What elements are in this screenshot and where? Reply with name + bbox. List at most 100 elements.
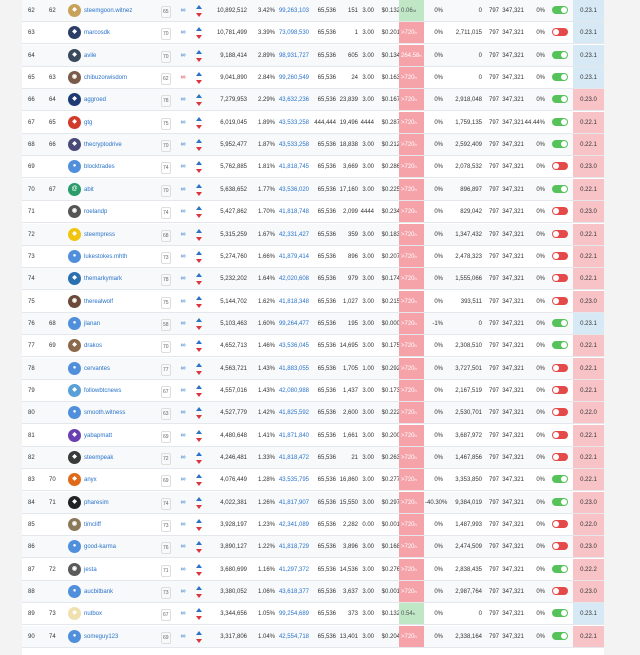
vote-up-icon[interactable] [196,563,202,568]
status-toggle[interactable] [552,631,568,640]
avatar[interactable]: ● [68,540,81,554]
vote-down-icon[interactable] [196,415,202,420]
status-toggle[interactable] [552,475,568,484]
vote-down-icon[interactable] [196,482,202,487]
vote-arrows[interactable] [193,514,205,536]
vote-up-icon[interactable] [196,161,202,166]
mvests-link[interactable]: 43,618,377 [276,581,309,603]
status-toggle[interactable] [552,50,568,59]
vote-down-icon[interactable] [196,214,202,219]
witness-name-link[interactable]: steempress [84,224,162,246]
witness-name-link[interactable]: steempeak [84,447,162,469]
vote-up-icon[interactable] [196,429,202,434]
avatar[interactable]: ◆ [68,428,81,442]
vote-down-icon[interactable] [196,616,202,621]
vote-down-icon[interactable] [196,281,202,286]
vote-arrows[interactable] [193,536,205,558]
status-toggle[interactable] [552,95,568,104]
vote-arrows[interactable] [193,380,205,402]
vote-up-icon[interactable] [196,519,202,524]
vote-down-icon[interactable] [196,303,202,308]
mvests-link[interactable]: 42,020,608 [276,268,309,290]
vote-up-icon[interactable] [196,250,202,255]
avatar[interactable]: ◆ [68,339,81,353]
witness-name-link[interactable]: yabapmatt [84,425,162,447]
witness-url-link-icon[interactable]: ∞ [179,67,187,89]
mvests-link[interactable]: 41,818,748 [276,201,309,223]
avatar[interactable]: ◉ [68,518,81,532]
vote-down-icon[interactable] [196,80,202,85]
mvests-link[interactable]: 41,871,840 [276,425,309,447]
vote-down-icon[interactable] [196,258,202,263]
witness-name-link[interactable]: abit [84,179,162,201]
witness-name-link[interactable]: themarkymark [84,268,162,290]
vote-up-icon[interactable] [196,407,202,412]
status-toggle[interactable] [552,520,568,529]
vote-arrows[interactable] [193,22,205,44]
status-toggle[interactable] [552,430,568,439]
vote-up-icon[interactable] [196,630,202,635]
witness-name-link[interactable]: aucbitbank [84,581,162,603]
mvests-link[interactable]: 41,297,372 [276,559,309,581]
vote-arrows[interactable] [193,246,205,268]
witness-url-link-icon[interactable]: ∞ [179,313,187,335]
witness-name-link[interactable]: smooth.witness [84,402,162,424]
avatar[interactable]: ● [68,361,81,375]
mvests-link[interactable]: 43,533,258 [276,134,309,156]
vote-down-icon[interactable] [196,392,202,397]
vote-arrows[interactable] [193,67,205,89]
vote-down-icon[interactable] [196,370,202,375]
witness-url-link-icon[interactable]: ∞ [179,447,187,469]
vote-up-icon[interactable] [196,362,202,367]
witness-name-link[interactable]: thecryptodrive [84,134,162,156]
status-toggle[interactable] [552,184,568,193]
vote-down-icon[interactable] [196,57,202,62]
vote-down-icon[interactable] [196,571,202,576]
witness-url-link-icon[interactable]: ∞ [179,201,187,223]
vote-up-icon[interactable] [196,273,202,278]
mvests-link[interactable]: 42,554,718 [276,626,309,648]
witness-name-link[interactable]: lukestokes.mhth [84,246,162,268]
witness-name-link[interactable]: jlanan [84,313,162,335]
witness-url-link-icon[interactable]: ∞ [179,358,187,380]
witness-name-link[interactable]: avile [84,45,162,67]
vote-arrows[interactable] [193,559,205,581]
witness-name-link[interactable]: aggroed [84,89,162,111]
witness-name-link[interactable]: blocktrades [84,156,162,178]
vote-arrows[interactable] [193,492,205,514]
witness-url-link-icon[interactable]: ∞ [179,425,187,447]
vote-up-icon[interactable] [196,94,202,99]
vote-up-icon[interactable] [196,474,202,479]
witness-url-link-icon[interactable]: ∞ [179,0,187,22]
mvests-link[interactable]: 41,818,472 [276,447,309,469]
mvests-link[interactable]: 99,264,477 [276,313,309,335]
avatar[interactable]: ◆ [68,495,81,509]
avatar[interactable]: ● [68,629,81,643]
mvests-link[interactable]: 43,536,020 [276,179,309,201]
witness-url-link-icon[interactable]: ∞ [179,536,187,558]
vote-arrows[interactable] [193,469,205,491]
witness-url-link-icon[interactable]: ∞ [179,134,187,156]
status-toggle[interactable] [552,73,568,82]
vote-up-icon[interactable] [196,496,202,501]
avatar[interactable]: ● [68,585,81,599]
status-toggle[interactable] [552,162,568,171]
avatar[interactable]: ● [68,160,81,174]
vote-up-icon[interactable] [196,340,202,345]
avatar[interactable]: ◆ [68,227,81,241]
witness-name-link[interactable]: jesta [84,559,162,581]
avatar[interactable]: ◆ [68,115,81,129]
witness-name-link[interactable]: drakos [84,335,162,357]
witness-url-link-icon[interactable]: ∞ [179,581,187,603]
witness-url-link-icon[interactable]: ∞ [179,179,187,201]
vote-arrows[interactable] [193,224,205,246]
status-toggle[interactable] [552,408,568,417]
vote-down-icon[interactable] [196,102,202,107]
vote-arrows[interactable] [193,603,205,625]
vote-down-icon[interactable] [196,504,202,509]
status-toggle[interactable] [552,453,568,461]
avatar[interactable]: ● [68,249,81,263]
vote-up-icon[interactable] [196,5,202,9]
mvests-link[interactable]: 41,818,729 [276,536,309,558]
avatar[interactable]: ● [68,406,81,420]
